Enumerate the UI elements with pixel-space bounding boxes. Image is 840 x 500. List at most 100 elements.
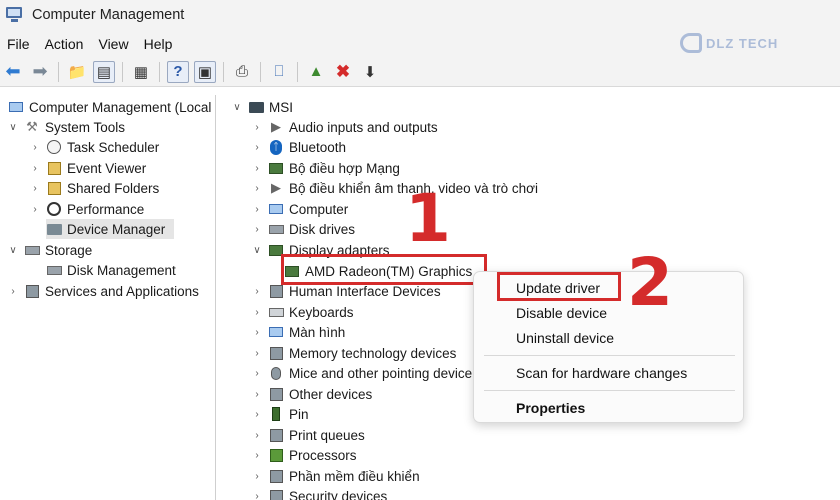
chevron-right-icon[interactable]: › [250,224,264,235]
download-circle-icon[interactable]: ⬇ [359,61,381,83]
menu-item-uninstall-device[interactable]: Uninstall device [516,330,614,346]
tree-item-shared-folders[interactable]: › Shared Folders [28,178,159,198]
forward-arrow-icon[interactable]: ➡ [29,61,51,83]
chevron-down-icon[interactable]: ∨ [250,245,264,256]
device-category-print-queues[interactable]: › Print queues [250,425,365,445]
device-category-software[interactable]: › Phần mềm điều khiển [250,466,419,486]
tree-label: Shared Folders [67,180,160,196]
disk-management-icon [46,263,62,278]
back-arrow-icon[interactable]: ⬅ [2,61,24,83]
event-log-icon [46,161,62,176]
battery-icon [268,407,284,422]
device-category-keyboards[interactable]: › Keyboards [250,302,353,322]
update-driver-icon[interactable]: ▲ [305,61,327,83]
properties-icon[interactable]: ▦ [130,61,152,83]
device-category-disk-drives[interactable]: › Disk drives [250,219,355,239]
printer-icon [268,428,284,443]
watermark-logo: DLZ TECH [680,30,800,56]
device-category-memory-technology[interactable]: › Memory technology devices [250,343,456,363]
chevron-right-icon[interactable]: › [6,286,20,297]
chevron-right-icon[interactable]: › [28,204,42,215]
menu-item-scan-hardware[interactable]: Scan for hardware changes [516,365,687,381]
left-navigation-pane: Computer Management (Local ∨ ⚒ System To… [0,95,216,500]
tree-label: Computer Management (Local [29,99,212,115]
print-icon[interactable]: ⎙ [231,61,253,83]
tree-label: Mice and other pointing device [289,365,473,381]
chevron-right-icon[interactable]: › [250,183,264,194]
device-category-computer[interactable]: › Computer [250,199,348,219]
chevron-right-icon[interactable]: › [250,142,264,153]
device-tree-root[interactable]: ∨ MSI [230,97,293,117]
up-folder-icon[interactable]: 📁 [66,61,88,83]
chevron-right-icon[interactable]: › [28,142,42,153]
chevron-right-icon[interactable]: › [250,471,264,482]
help-icon[interactable]: ? [167,60,189,83]
monitor-icon [268,325,284,340]
clock-icon [46,140,62,155]
scan-monitor-icon[interactable]: ⎕ [268,61,290,83]
tree-item-device-manager[interactable]: Device Manager [46,219,174,239]
tree-label: Audio inputs and outputs [289,119,438,135]
chevron-down-icon[interactable]: ∨ [6,245,20,256]
tree-item-performance[interactable]: › Performance [28,199,144,219]
tree-label: Print queues [289,427,365,443]
tree-label: Disk Management [67,262,176,278]
device-category-security[interactable]: › Security devices [250,486,387,500]
chevron-right-icon[interactable]: › [250,122,264,133]
device-category-mice[interactable]: › Mice and other pointing device [250,363,472,383]
show-hide-tree-icon[interactable]: ▤ [93,60,115,83]
menu-help[interactable]: Help [137,36,181,52]
device-category-network[interactable]: › Bộ điều hợp Mạng [250,158,400,178]
tree-label: Performance [67,201,145,217]
device-category-audio[interactable]: › ▶ Audio inputs and outputs [250,117,438,137]
disk-drive-icon [268,222,284,237]
chevron-right-icon[interactable]: › [250,204,264,215]
tree-label: Storage [45,242,93,258]
device-category-pin[interactable]: › Pin [250,404,308,424]
computer-management-icon [6,7,26,23]
tree-item-storage[interactable]: ∨ Storage [6,240,92,260]
chevron-right-icon[interactable]: › [250,286,264,297]
chevron-right-icon[interactable]: › [250,409,264,420]
chevron-right-icon[interactable]: › [250,389,264,400]
chevron-down-icon[interactable]: ∨ [6,122,20,133]
menu-file[interactable]: File [0,36,38,52]
chevron-right-icon[interactable]: › [250,430,264,441]
processor-icon [268,448,284,463]
chevron-right-icon[interactable]: › [250,327,264,338]
tree-item-event-viewer[interactable]: › Event Viewer [28,158,146,178]
menu-item-properties[interactable]: Properties [516,400,585,416]
chevron-right-icon[interactable]: › [250,368,264,379]
tree-item-disk-management[interactable]: Disk Management [46,260,176,280]
chevron-right-icon[interactable]: › [28,163,42,174]
device-category-monitors[interactable]: › Màn hình [250,322,345,342]
chevron-right-icon[interactable]: › [250,491,264,500]
device-category-bluetooth[interactable]: › ᛏ Bluetooth [250,137,346,157]
hid-icon [268,284,284,299]
chevron-right-icon[interactable]: › [250,163,264,174]
menu-divider [484,390,735,391]
device-category-other-devices[interactable]: › Other devices [250,384,372,404]
chevron-right-icon[interactable]: › [250,450,264,461]
window-title: Computer Management [32,7,185,23]
menu-view[interactable]: View [91,36,136,52]
security-device-icon [268,489,284,500]
uninstall-x-icon[interactable]: ✖ [332,61,354,83]
tree-item-task-scheduler[interactable]: › Task Scheduler [28,137,159,157]
keyboard-icon [268,305,284,320]
device-category-processors[interactable]: › Processors [250,445,356,465]
toolbar-divider [297,61,298,82]
chevron-right-icon[interactable]: › [250,307,264,318]
chevron-right-icon[interactable]: › [28,183,42,194]
tree-item-system-tools[interactable]: ∨ ⚒ System Tools [6,117,125,137]
toolbar-divider [58,61,59,82]
device-category-sound[interactable]: › ▶ Bộ điều khiển âm thanh, video và trò… [250,178,538,198]
tree-root-computer-management[interactable]: Computer Management (Local [4,97,211,117]
title-bar: Computer Management [0,0,840,30]
tree-item-services-and-applications[interactable]: › Services and Applications [6,281,199,301]
chevron-right-icon[interactable]: › [250,348,264,359]
menu-item-disable-device[interactable]: Disable device [516,305,607,321]
menu-action[interactable]: Action [38,36,92,52]
action-pane-icon[interactable]: ▣ [194,60,216,83]
chevron-down-icon[interactable]: ∨ [230,102,244,113]
